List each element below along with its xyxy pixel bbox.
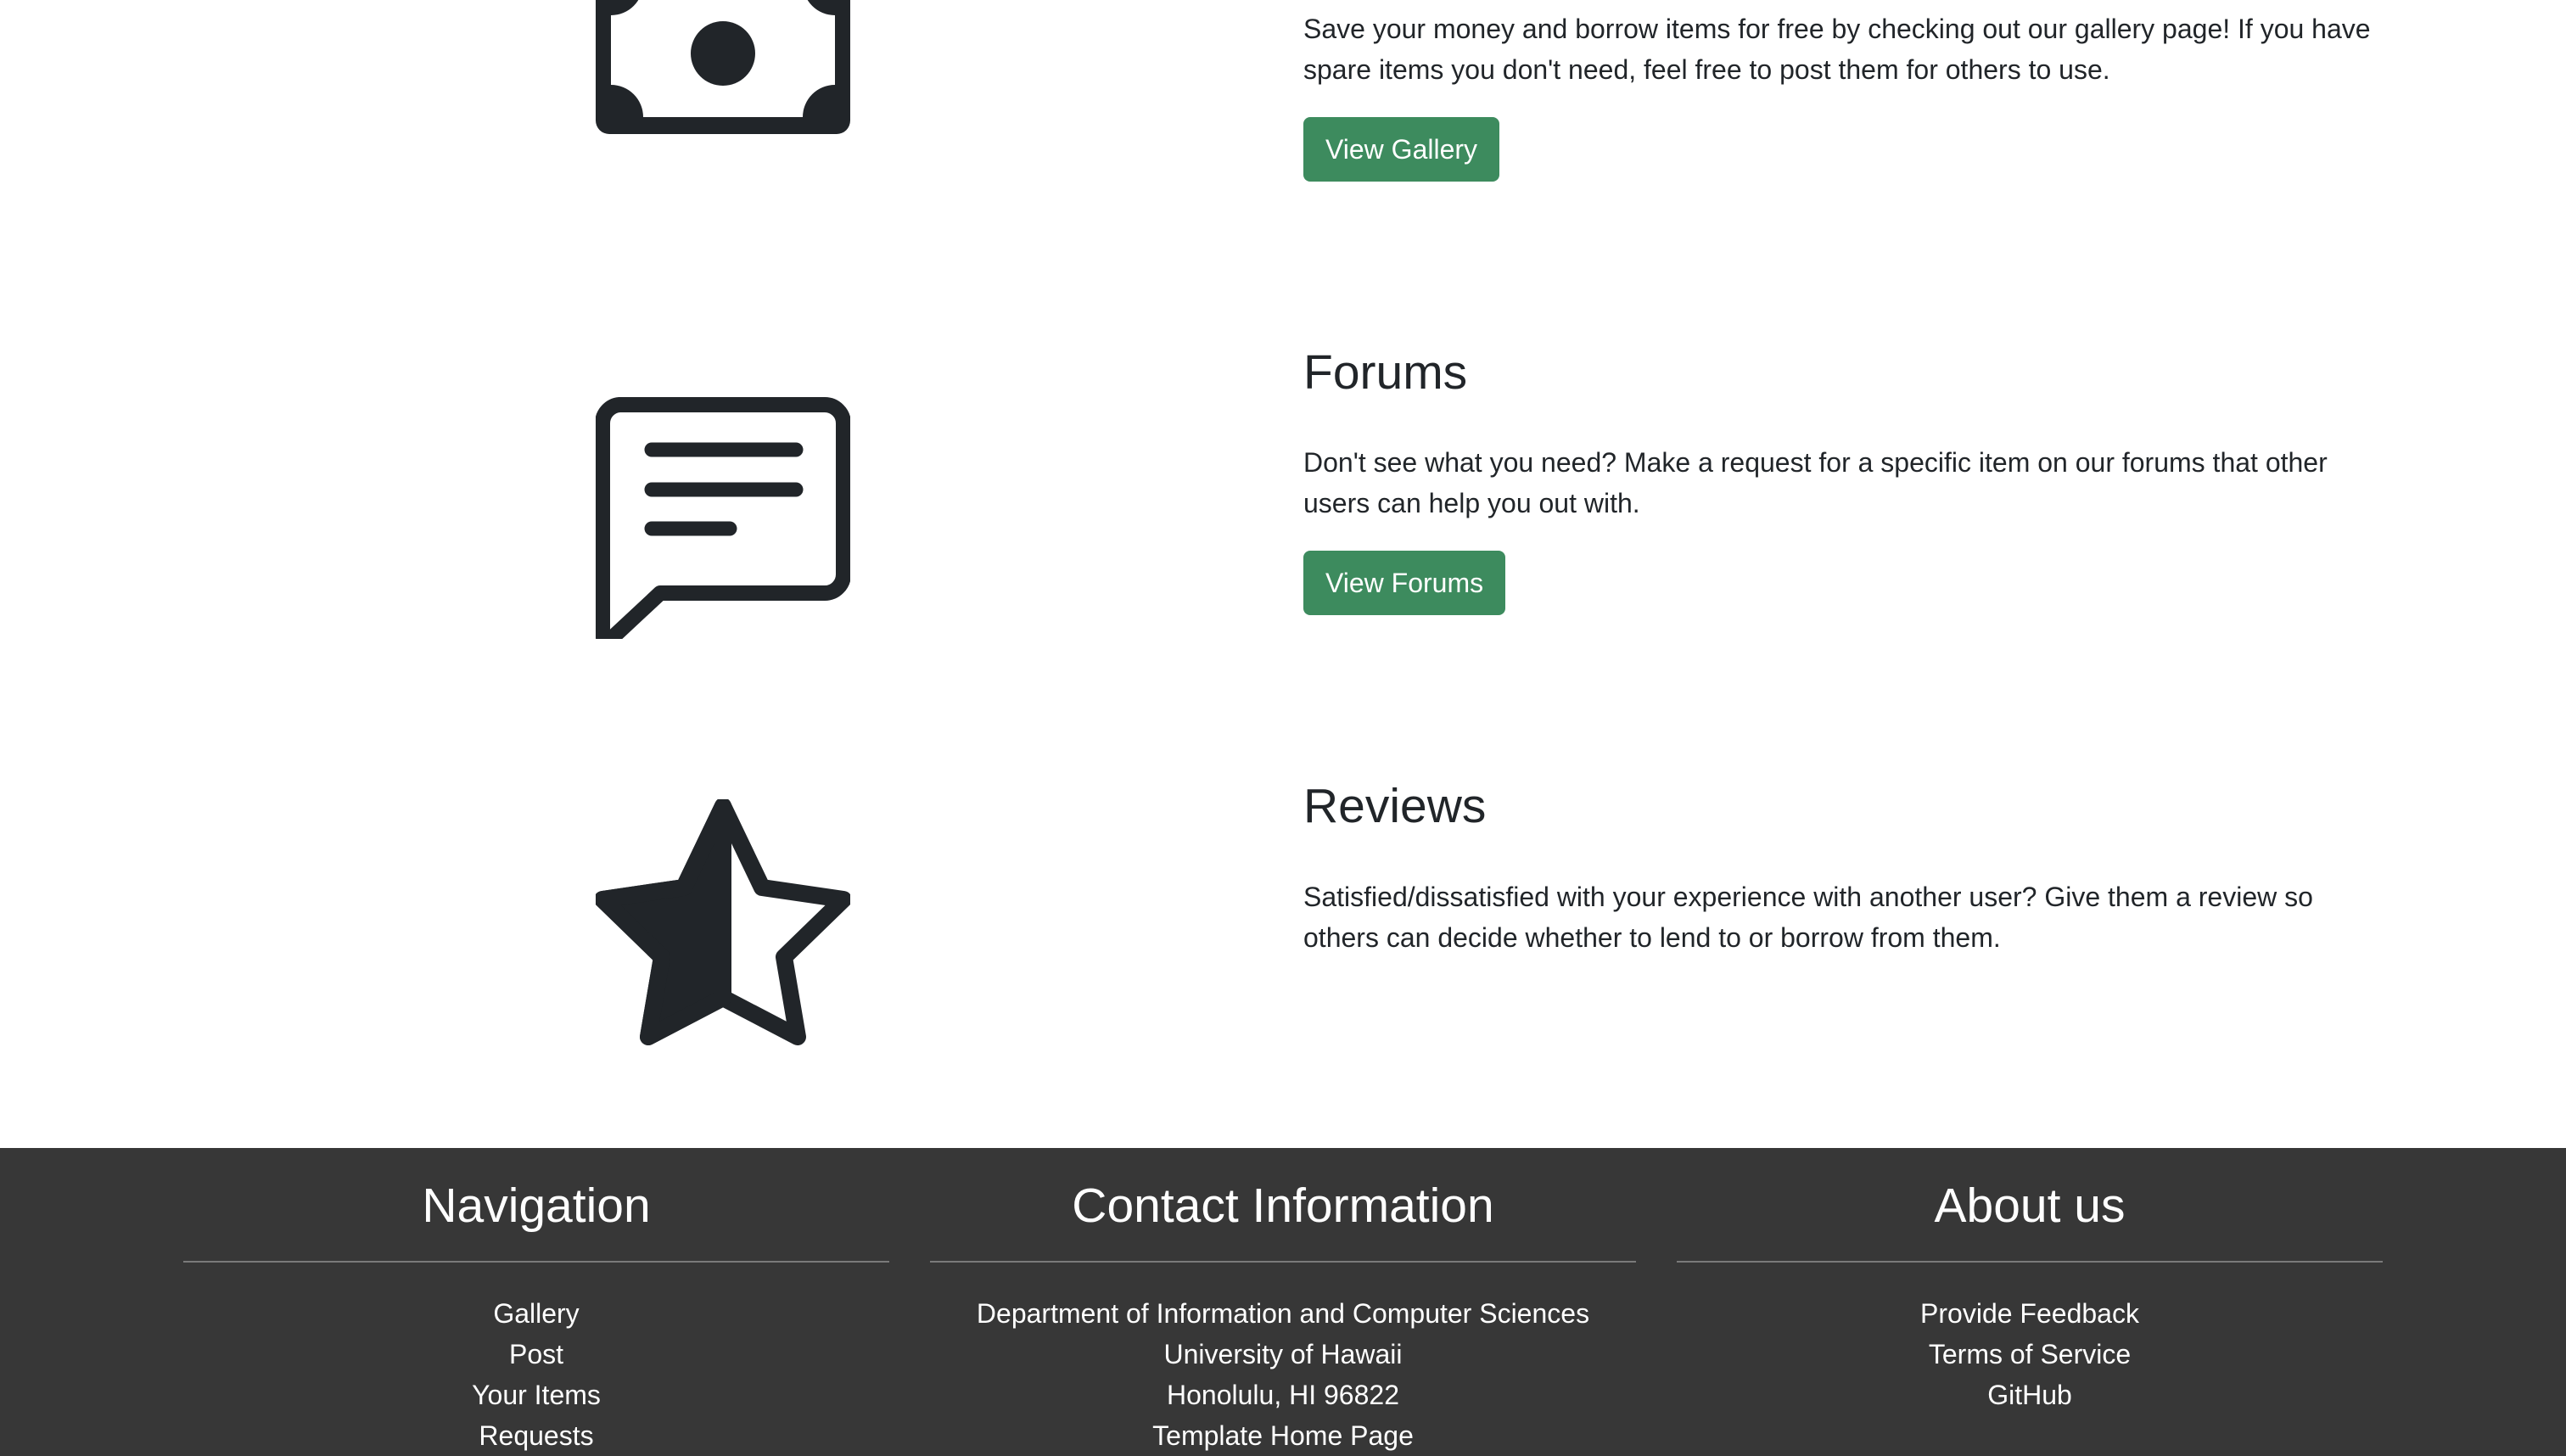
navigation-heading: Navigation [422,1179,651,1233]
forums-description: Don't see what you need? Make a request … [1303,447,2328,518]
forums-heading: Forums [1303,345,1468,400]
footer-link-requests[interactable]: Requests [183,1415,889,1456]
contact-heading: Contact Information [1072,1179,1494,1233]
footer-link-feedback[interactable]: Provide Feedback [1677,1293,2383,1334]
contact-university: University of Hawaii [1163,1339,1403,1369]
footer-link-terms[interactable]: Terms of Service [1677,1334,2383,1375]
footer: Navigation Gallery Post Your Items Reque… [0,1148,2566,1456]
footer-link-gallery[interactable]: Gallery [183,1293,889,1334]
reviews-heading: Reviews [1303,779,1487,833]
contact-divider [930,1261,1636,1263]
gallery-description: Save your money and borrow items for fre… [1303,14,2371,85]
about-divider [1677,1261,2383,1263]
contact-department: Department of Information and Computer S… [976,1298,1590,1329]
cash-icon [596,0,850,134]
footer-link-post[interactable]: Post [183,1334,889,1375]
contact-address: Honolulu, HI 96822 [1167,1380,1399,1410]
view-forums-button[interactable]: View Forums [1303,551,1506,615]
footer-about: About us Provide Feedback Terms of Servi… [1677,1148,2383,1415]
footer-link-your-items[interactable]: Your Items [183,1375,889,1415]
reviews-description: Satisfied/dissatisfied with your experie… [1303,882,2313,953]
footer-contact: Contact Information Department of Inform… [930,1148,1636,1456]
view-gallery-button[interactable]: View Gallery [1303,117,1500,182]
footer-navigation: Navigation Gallery Post Your Items Reque… [183,1148,889,1456]
navigation-divider [183,1261,889,1263]
footer-link-github[interactable]: GitHub [1677,1375,2383,1415]
footer-link-template-home[interactable]: Template Home Page [930,1415,1636,1456]
star-half-icon [596,799,850,1045]
chat-left-text-icon [596,397,850,639]
about-heading: About us [1934,1179,2126,1233]
